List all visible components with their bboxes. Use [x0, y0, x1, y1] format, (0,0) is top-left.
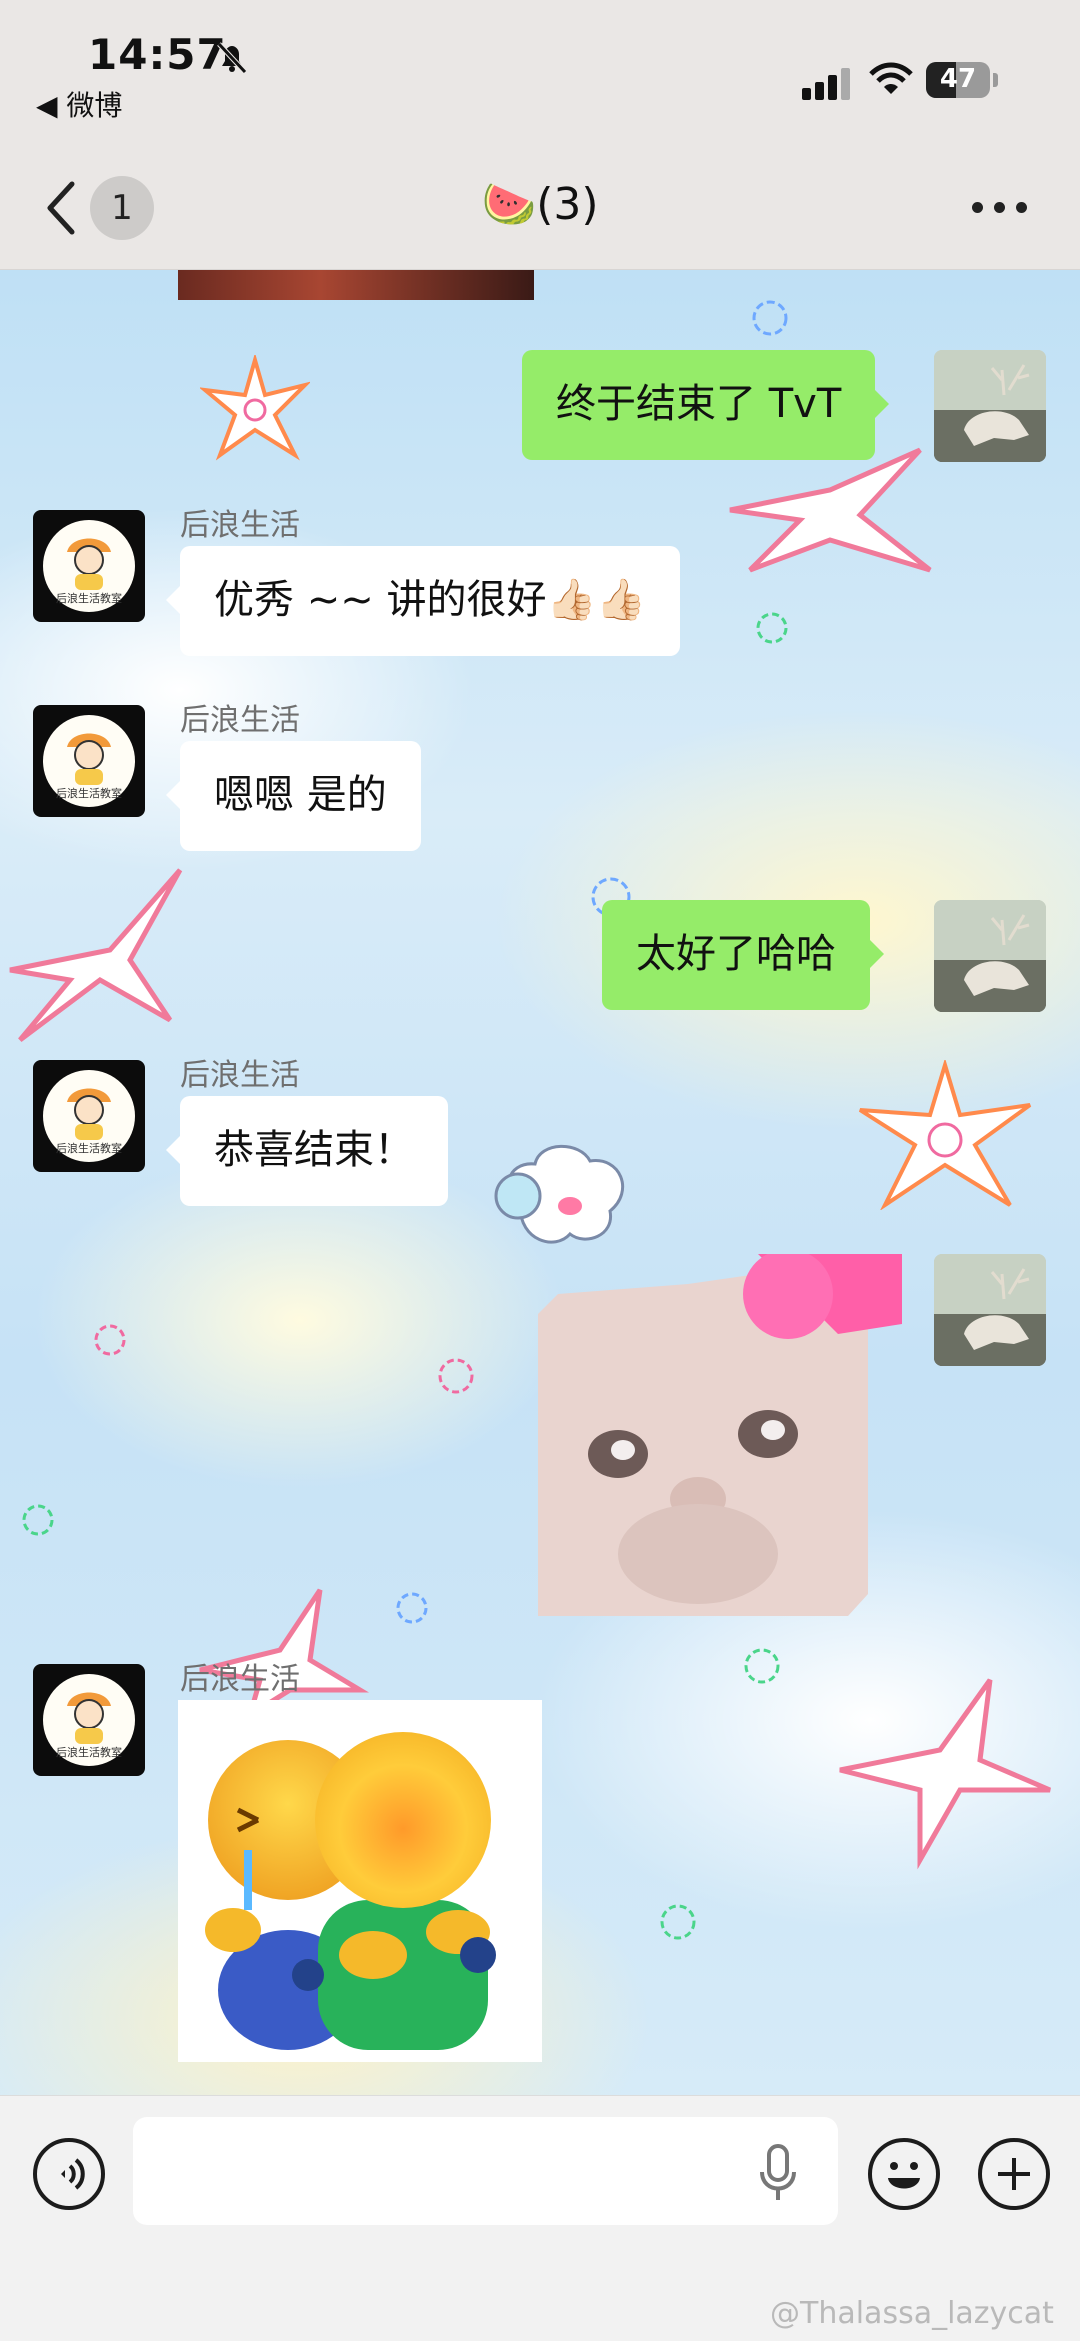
message-bubble-other[interactable]: 优秀 ~~ 讲的很好👍🏻👍🏻: [165, 546, 681, 656]
voice-icon[interactable]: [33, 2138, 105, 2210]
emoji-icon[interactable]: [868, 2138, 940, 2210]
message-text: 太好了哈哈: [636, 931, 836, 977]
sender-name: 后浪生活: [180, 1662, 300, 1697]
top-bar: 14:57 ◀ 微博 47 1 🍉(3): [0, 0, 1080, 270]
avatar-illustration: [67, 733, 111, 785]
avatar-self[interactable]: [934, 350, 1046, 462]
message-bubble-self[interactable]: 太好了哈哈: [602, 900, 884, 1010]
message-text: 嗯嗯 是的: [214, 772, 387, 818]
message-bubble-other[interactable]: 恭喜结束！: [166, 1096, 448, 1206]
avatar-houlang[interactable]: 后浪生活教室: [33, 1664, 145, 1776]
message-input[interactable]: [133, 2117, 838, 2225]
watermark: @Thalassa_lazycat: [770, 2296, 1054, 2331]
sender-name: 后浪生活: [180, 703, 300, 738]
avatar-caption: 后浪生活教室: [56, 787, 122, 800]
avatar-houlang[interactable]: 后浪生活教室: [33, 705, 145, 817]
avatar-caption: 后浪生活教室: [56, 592, 122, 605]
image-message-partial[interactable]: [178, 270, 534, 300]
avatar-illustration: [67, 538, 111, 590]
avatar-self[interactable]: [934, 900, 1046, 1012]
deer-photo: [934, 1254, 1046, 1366]
mic-icon[interactable]: [756, 2142, 800, 2206]
more-dots-icon[interactable]: [972, 196, 1032, 220]
message-list: 终于结束了 TvT 后浪生活教室 后浪生活 优秀 ~~ 讲的很好👍🏻👍🏻 后浪生…: [0, 0, 1080, 2341]
status-time: 14:57: [88, 30, 227, 79]
avatar-caption: 后浪生活教室: [56, 1142, 122, 1155]
battery-nub: [993, 73, 998, 87]
message-text: 优秀 ~~ 讲的很好👍🏻👍🏻: [214, 577, 647, 623]
back-to-app-link[interactable]: ◀ 微博: [36, 84, 122, 124]
avatar-illustration: [67, 1692, 111, 1744]
avatar-caption: 后浪生活教室: [56, 1746, 122, 1759]
avatar-self[interactable]: [934, 1254, 1046, 1366]
sender-name: 后浪生活: [180, 1058, 300, 1093]
message-bubble-other[interactable]: 嗯嗯 是的: [166, 741, 421, 851]
avatar-houlang[interactable]: 后浪生活教室: [33, 1060, 145, 1172]
message-text: 恭喜结束！: [214, 1127, 414, 1173]
battery-icon: 47: [926, 62, 990, 98]
deer-photo: [934, 350, 1046, 462]
wifi-icon: [869, 62, 913, 94]
avatar-illustration: [67, 1088, 111, 1140]
bell-muted-icon: [217, 42, 247, 74]
message-bubble-self[interactable]: 终于结束了 TvT: [522, 350, 890, 460]
hug-emoji-sticker[interactable]: [178, 1700, 542, 2062]
avatar-houlang[interactable]: 后浪生活教室: [33, 510, 145, 622]
cat-face-sticker[interactable]: [538, 1254, 902, 1616]
deer-photo: [934, 900, 1046, 1012]
sender-name: 后浪生活: [180, 508, 300, 543]
message-text: 终于结束了 TvT: [556, 381, 842, 427]
battery-level-text: 47: [939, 64, 977, 94]
chat-title: 🍉(3): [481, 179, 599, 230]
plus-icon[interactable]: [978, 2138, 1050, 2210]
cellular-signal-icon: [802, 68, 850, 100]
